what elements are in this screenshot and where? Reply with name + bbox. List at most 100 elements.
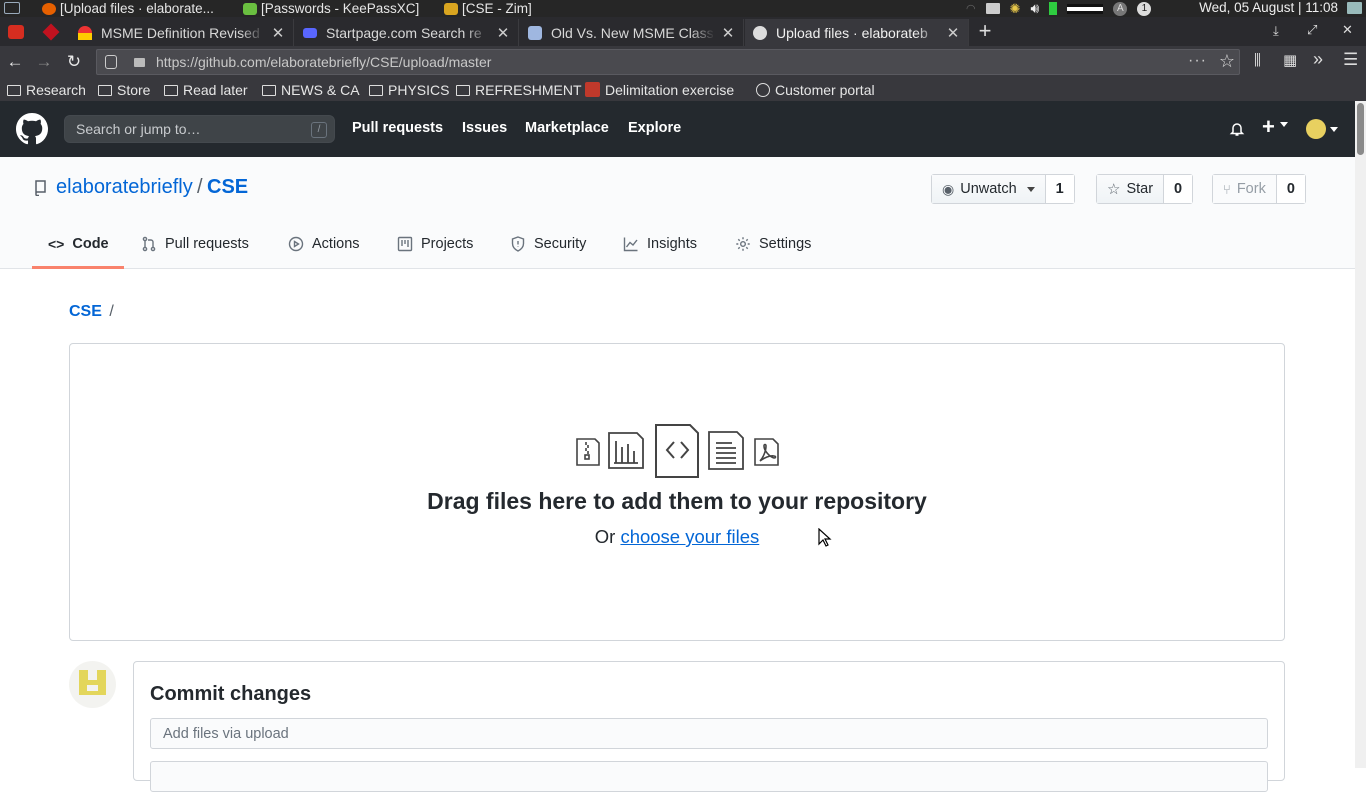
- bookmark-customer-portal[interactable]: Customer portal: [756, 80, 875, 99]
- downloads-icon[interactable]: ⤓: [1273, 23, 1279, 39]
- extensions-icon[interactable]: ▦: [1283, 51, 1297, 69]
- create-dropdown-caret-icon[interactable]: [1280, 122, 1288, 127]
- graph-icon: [623, 237, 638, 252]
- stargazers-count[interactable]: 0: [1163, 175, 1193, 203]
- repo-tab-security[interactable]: Security: [510, 236, 586, 252]
- pinned-tab-red[interactable]: [8, 25, 24, 39]
- bookmark-delimitation-exercise[interactable]: Delimitation exercise: [585, 80, 734, 99]
- nav-pull-requests[interactable]: Pull requests: [352, 120, 443, 136]
- choose-files-link[interactable]: choose your files: [620, 526, 759, 547]
- back-icon[interactable]: ←: [5, 52, 25, 72]
- watchers-count[interactable]: 1: [1044, 175, 1074, 203]
- fork-button[interactable]: ⑂ Fork: [1213, 175, 1276, 203]
- user-menu-caret-icon[interactable]: [1330, 127, 1338, 132]
- star-button[interactable]: ☆ Star: [1097, 175, 1164, 203]
- firefox-icon: [42, 2, 56, 15]
- create-new-plus-icon[interactable]: +: [1262, 114, 1275, 140]
- play-circle-icon: [288, 236, 304, 252]
- repo-tab-actions[interactable]: Actions: [288, 236, 360, 252]
- close-tab-icon[interactable]: ✕: [271, 24, 285, 42]
- taskbar-item-firefox[interactable]: [Upload files · elaborate...: [42, 0, 214, 17]
- bookmark-folder-read-later[interactable]: Read later: [164, 80, 248, 99]
- pdf-file-icon: [754, 438, 779, 466]
- volume-icon[interactable]: 🔊︎: [1031, 0, 1040, 17]
- breadcrumb-repo-link[interactable]: CSE: [69, 303, 102, 320]
- folder-tray-icon[interactable]: [985, 3, 1000, 14]
- bookmark-folder-refreshment[interactable]: REFRESHMENT: [456, 80, 582, 99]
- forks-count[interactable]: 0: [1275, 175, 1305, 203]
- reload-icon[interactable]: ↻: [64, 52, 84, 72]
- taskbar-item-keepassxc[interactable]: [Passwords - KeePassXC]: [243, 0, 419, 17]
- repo-tab-projects[interactable]: Projects: [397, 236, 473, 252]
- close-window-icon[interactable]: ✕: [1342, 22, 1353, 38]
- repo-tab-pull-requests[interactable]: Pull requests: [141, 236, 249, 252]
- commit-summary-input[interactable]: Add files via upload: [150, 718, 1268, 749]
- site-favicon: [528, 25, 542, 40]
- restore-window-icon[interactable]: ⤢: [1307, 22, 1317, 38]
- folder-icon: [98, 85, 112, 96]
- close-tab-icon[interactable]: ✕: [496, 24, 510, 42]
- folder-icon: [164, 85, 178, 96]
- commit-summary-placeholder: Add files via upload: [163, 726, 289, 742]
- close-tab-icon[interactable]: ✕: [721, 24, 735, 42]
- notification-count-icon[interactable]: 1: [1137, 1, 1152, 16]
- new-tab-button[interactable]: +: [975, 19, 995, 43]
- active-tab-underline: [32, 266, 124, 269]
- file-drop-zone[interactable]: Drag files here to add them to your repo…: [69, 343, 1285, 641]
- repo-tab-code[interactable]: <> Code: [48, 236, 109, 252]
- browser-tab-upload-files[interactable]: Upload files · elaborateb ✕: [745, 19, 969, 46]
- page-actions-icon[interactable]: ···: [1188, 52, 1207, 70]
- mouse-cursor-icon: [818, 528, 832, 547]
- user-avatar[interactable]: [1306, 119, 1326, 139]
- keepassxc-icon: [243, 2, 257, 15]
- bookmark-folder-research[interactable]: Research: [7, 80, 86, 99]
- browser-tab-msme[interactable]: MSME Definition Revised ✕: [70, 19, 294, 46]
- folder-icon: [7, 85, 21, 96]
- unwatch-button[interactable]: ◉ Unwatch: [932, 175, 1045, 203]
- bookmark-star-icon[interactable]: ☆: [1219, 51, 1235, 72]
- browser-tab-msme-classification[interactable]: Old Vs. New MSME Class ✕: [520, 19, 744, 46]
- browser-tab-startpage[interactable]: Startpage.com Search re ✕: [295, 19, 519, 46]
- repo-tab-settings[interactable]: Settings: [735, 236, 811, 252]
- nav-issues[interactable]: Issues: [462, 120, 507, 136]
- repo-name-link[interactable]: CSE: [207, 176, 248, 199]
- close-tab-icon[interactable]: ✕: [946, 24, 960, 42]
- commit-description-input[interactable]: [150, 761, 1268, 792]
- nav-marketplace[interactable]: Marketplace: [525, 120, 609, 136]
- repository-header: elaboratebriefly / CSE ◉ Unwatch 1 ☆ Sta…: [0, 157, 1355, 269]
- bookmark-folder-news-ca[interactable]: NEWS & CA: [262, 80, 360, 99]
- lock-icon[interactable]: [134, 58, 145, 67]
- url-bar[interactable]: https://github.com/elaboratebriefly/CSE/…: [96, 49, 1240, 75]
- github-logo-icon[interactable]: [16, 113, 48, 145]
- library-icon[interactable]: ⫼: [1254, 52, 1261, 69]
- zip-file-icon: [576, 438, 600, 466]
- forward-icon[interactable]: →: [34, 52, 54, 72]
- github-search-input[interactable]: Search or jump to… /: [64, 115, 335, 143]
- repo-tab-insights[interactable]: Insights: [623, 236, 697, 252]
- hamburger-menu-icon[interactable]: ☰: [1343, 50, 1358, 70]
- repo-owner-link[interactable]: elaboratebriefly: [56, 176, 193, 199]
- pinned-tab-diamond[interactable]: [42, 23, 60, 41]
- commit-changes-title: Commit changes: [150, 683, 312, 705]
- project-board-icon: [397, 236, 413, 252]
- bookmark-folder-store[interactable]: Store: [98, 80, 150, 99]
- system-menu-icon[interactable]: [4, 2, 20, 14]
- site-info-icon[interactable]: [105, 55, 117, 69]
- file-type-icons-group: [576, 424, 779, 478]
- battery-icon[interactable]: [1049, 2, 1058, 15]
- bookmark-folder-physics[interactable]: PHYSICS: [369, 80, 449, 99]
- committer-avatar: [69, 661, 116, 708]
- folder-icon: [456, 85, 470, 96]
- system-taskbar: [Upload files · elaborate... [Passwords …: [0, 0, 1366, 17]
- show-desktop-icon[interactable]: [1347, 2, 1362, 14]
- page-scrollbar-thumb[interactable]: [1357, 103, 1364, 155]
- page-scrollbar-track[interactable]: [1355, 101, 1366, 768]
- overflow-chevron-icon[interactable]: »: [1313, 49, 1323, 70]
- brightness-icon[interactable]: ✺: [1010, 1, 1021, 17]
- wifi-icon[interactable]: ◠: [966, 2, 976, 15]
- url-text[interactable]: https://github.com/elaboratebriefly/CSE/…: [156, 54, 491, 70]
- nav-explore[interactable]: Explore: [628, 120, 681, 136]
- notifications-bell-icon[interactable]: [1229, 121, 1245, 137]
- account-a-icon[interactable]: A: [1113, 1, 1128, 16]
- taskbar-item-zim[interactable]: [CSE - Zim]: [444, 0, 532, 17]
